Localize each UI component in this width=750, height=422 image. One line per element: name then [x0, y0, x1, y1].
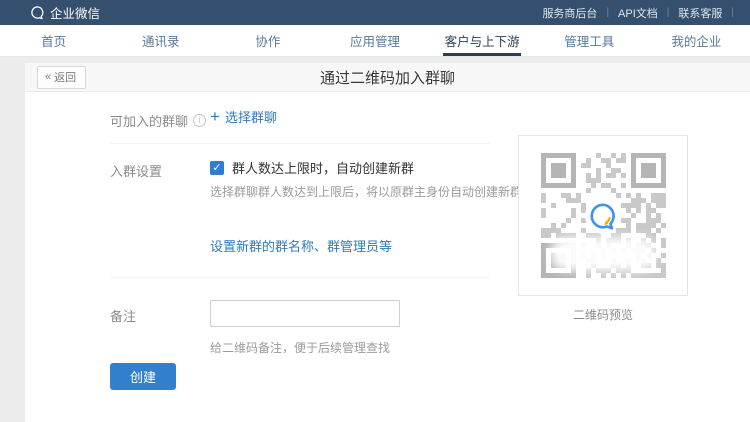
- tab-label: 客户与上下游: [445, 31, 520, 50]
- topbar-link-3[interactable]: 联系客服: [678, 5, 722, 21]
- select-group-link[interactable]: + 选择群聊: [210, 107, 277, 126]
- card: « 返回 通过二维码加入群聊 可加入的群聊 i + 选择群聊 入群设置 ✓ 群人…: [25, 63, 750, 422]
- separator-icon: |: [731, 7, 734, 18]
- tab-5[interactable]: 客户与上下游: [429, 25, 536, 56]
- topbar-link-1[interactable]: 服务商后台: [542, 5, 597, 21]
- topbar: 企业微信 服务商后台 | API文档 | 联系客服 |: [0, 0, 750, 25]
- page-title: 通过二维码加入群聊: [25, 67, 750, 88]
- qr-redacted-area: [557, 244, 649, 264]
- tab-label: 管理工具: [564, 31, 614, 50]
- tab-7[interactable]: 我的企业: [643, 25, 750, 56]
- topbar-links: 服务商后台 | API文档 | 联系客服 |: [542, 5, 734, 21]
- card-body: 可加入的群聊 i + 选择群聊 入群设置 ✓ 群人数达上限时，自动创建新群 选择…: [25, 92, 750, 422]
- qr-preview-box: [518, 135, 688, 296]
- back-button[interactable]: « 返回: [37, 66, 86, 89]
- select-group-link-label: 选择群聊: [225, 107, 277, 126]
- tab-label: 首页: [41, 31, 66, 50]
- tab-3[interactable]: 协作: [214, 25, 321, 56]
- create-button[interactable]: 创建: [110, 363, 176, 390]
- content-area: « 返回 通过二维码加入群聊 可加入的群聊 i + 选择群聊 入群设置 ✓ 群人…: [0, 58, 750, 422]
- tab-label: 协作: [255, 31, 280, 50]
- remark-helper: 给二维码备注，便于后续管理查找: [210, 339, 390, 356]
- joinable-group-label-text: 可加入的群聊: [110, 111, 188, 130]
- join-settings-helper: 选择群聊群人数达到上限后，将以原群主身份自动创建新群: [210, 183, 522, 200]
- brand[interactable]: 企业微信: [30, 3, 100, 22]
- tab-1[interactable]: 首页: [0, 25, 107, 56]
- tab-2[interactable]: 通讯录: [107, 25, 214, 56]
- divider: [110, 143, 490, 144]
- plus-icon: +: [210, 108, 220, 125]
- tab-6[interactable]: 管理工具: [536, 25, 643, 56]
- separator-icon: |: [667, 7, 670, 18]
- qr-caption: 二维码预览: [518, 306, 688, 323]
- tab-label: 我的企业: [671, 31, 721, 50]
- new-group-settings-link[interactable]: 设置新群的群名称、群管理员等: [210, 236, 392, 255]
- remark-label: 备注: [110, 306, 136, 325]
- separator-icon: |: [606, 7, 609, 18]
- qr-code-image: [541, 153, 666, 278]
- auto-create-checkbox-label[interactable]: 群人数达上限时，自动创建新群: [232, 158, 414, 177]
- tab-label: 应用管理: [350, 31, 400, 50]
- tab-label: 通讯录: [142, 31, 180, 50]
- checkbox-checked[interactable]: ✓: [210, 161, 224, 175]
- active-tab-underline: [443, 53, 521, 56]
- joinable-group-label: 可加入的群聊 i: [110, 111, 206, 130]
- wecom-qr-logo-icon: [585, 198, 621, 234]
- join-settings-label: 入群设置: [110, 161, 162, 180]
- back-button-label: 返回: [54, 69, 76, 85]
- main-nav: 首页 通讯录 协作 应用管理 客户与上下游 管理工具 我的企业: [0, 25, 750, 57]
- topbar-link-2[interactable]: API文档: [618, 5, 658, 21]
- back-chevrons-icon: «: [45, 71, 51, 83]
- remark-input[interactable]: [210, 300, 400, 327]
- card-header: « 返回 通过二维码加入群聊: [25, 63, 750, 92]
- wecom-logo-icon: [30, 5, 45, 20]
- auto-create-checkbox-row: ✓ 群人数达上限时，自动创建新群: [210, 158, 414, 177]
- divider: [110, 277, 490, 278]
- tab-4[interactable]: 应用管理: [321, 25, 428, 56]
- info-icon[interactable]: i: [193, 114, 206, 127]
- brand-name: 企业微信: [50, 3, 100, 22]
